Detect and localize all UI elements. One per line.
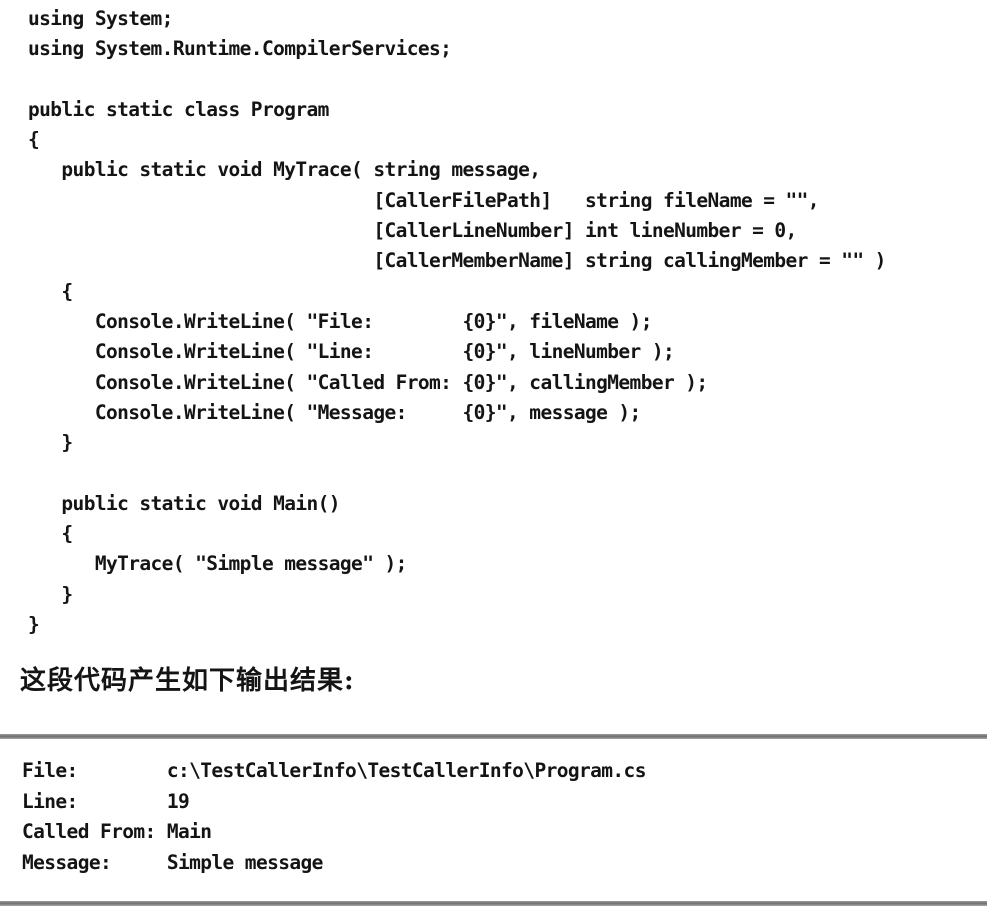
output-line: Called From: Main [22, 820, 212, 843]
code-line: Console.WriteLine( "File: {0}", fileName… [28, 309, 653, 333]
code-line: [CallerFilePath] string fileName = "", [28, 188, 819, 212]
code-line: { [28, 522, 73, 546]
code-line: { [28, 128, 40, 152]
output-line: Line: 19 [22, 789, 190, 813]
output-box: File: c:\TestCallerInfo\TestCallerInfo\P… [0, 734, 987, 906]
code-line: MyTrace( "Simple message" ); [28, 552, 408, 576]
code-line: public static void Main() [28, 491, 340, 515]
code-line: using System; [28, 7, 173, 30]
code-line: Console.WriteLine( "Line: {0}", lineNumb… [28, 340, 675, 364]
code-line: { [28, 279, 73, 303]
code-listing: using System; using System.Runtime.Compi… [28, 4, 886, 640]
code-line: public static void MyTrace( string messa… [28, 158, 541, 182]
code-line: Console.WriteLine( "Called From: {0}", c… [28, 370, 708, 394]
code-line: using System.Runtime.CompilerServices; [28, 37, 452, 61]
output-bottom-rule [0, 901, 987, 906]
code-line: } [28, 612, 40, 636]
output-caption: 这段代码产生如下输出结果: [20, 666, 355, 696]
output-top-rule [0, 734, 987, 739]
code-line: } [28, 582, 73, 606]
code-line: public static class Program [28, 97, 329, 121]
code-line: [CallerLineNumber] int lineNumber = 0, [28, 219, 797, 243]
output-listing: File: c:\TestCallerInfo\TestCallerInfo\P… [22, 756, 646, 878]
output-line: Message: Simple message [22, 850, 323, 874]
code-line: Console.WriteLine( "Message: {0}", messa… [28, 400, 641, 424]
code-line: } [28, 431, 73, 455]
output-line: File: c:\TestCallerInfo\TestCallerInfo\P… [22, 759, 646, 782]
code-line: [CallerMemberName] string callingMember … [28, 249, 886, 273]
